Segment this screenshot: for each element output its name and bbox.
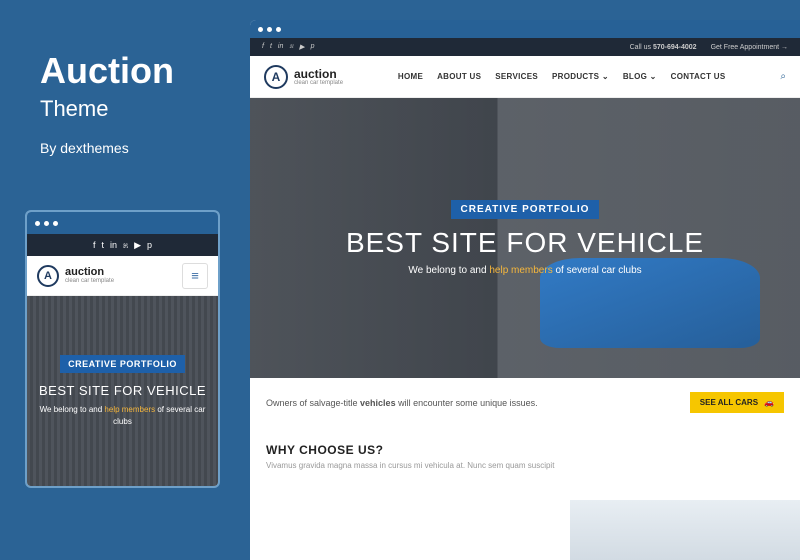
- hero-subtitle: We belong to and help members of several…: [408, 265, 641, 276]
- nav-home[interactable]: HOME: [398, 72, 423, 81]
- twitter-icon[interactable]: t: [102, 240, 105, 250]
- rss-icon[interactable]: ೫: [123, 240, 128, 251]
- nav-products[interactable]: PRODUCTS: [552, 72, 609, 81]
- pinterest-icon[interactable]: p: [147, 240, 152, 250]
- mobile-window-chrome: [27, 212, 218, 234]
- menu-toggle-button[interactable]: ≡: [182, 263, 208, 289]
- car-icon: 🚗: [764, 398, 774, 407]
- linkedin-icon[interactable]: in: [110, 240, 117, 250]
- brand-name: auction: [294, 67, 337, 81]
- search-icon: ⌕: [780, 71, 786, 82]
- desktop-preview: f t in ೫ ▶ p Call us 570-694-4002 Get Fr…: [250, 20, 800, 560]
- cta-strip: Owners of salvage-title vehicles will en…: [250, 378, 800, 427]
- burger-icon: ≡: [191, 268, 199, 283]
- hero-subtitle: We belong to and help members of several…: [35, 404, 210, 426]
- brand-tagline: clean car template: [294, 80, 343, 86]
- mobile-logo[interactable]: A auction clean car template: [37, 265, 114, 287]
- rss-icon[interactable]: ೫: [289, 43, 293, 51]
- hero-highlight[interactable]: help members: [489, 265, 552, 276]
- logo-mark-icon: A: [37, 265, 59, 287]
- twitter-icon[interactable]: t: [270, 43, 272, 51]
- linkedin-icon[interactable]: in: [278, 43, 283, 51]
- cta-label: SEE ALL CARS: [700, 398, 758, 407]
- nav-contact[interactable]: CONTACT US: [671, 72, 726, 81]
- youtube-icon[interactable]: ▶: [134, 240, 141, 251]
- desktop-nav: A auction clean car template HOME ABOUT …: [250, 56, 800, 98]
- hero-badge: CREATIVE PORTFOLIO: [60, 355, 185, 373]
- appointment-link[interactable]: Get Free Appointment →: [711, 44, 788, 51]
- mobile-nav: A auction clean car template ≡: [27, 256, 218, 296]
- promo-title: Auction: [40, 50, 174, 92]
- desktop-hero: CREATIVE PORTFOLIO BEST SITE FOR VEHICLE…: [250, 98, 800, 378]
- section-image: [570, 500, 800, 560]
- pinterest-icon[interactable]: p: [311, 43, 315, 51]
- promo-byline: By dexthemes: [40, 140, 174, 156]
- nav-services[interactable]: SERVICES: [495, 72, 538, 81]
- facebook-icon[interactable]: f: [93, 240, 96, 250]
- callus-text: Call us 570-694-4002: [630, 44, 697, 51]
- see-all-cars-button[interactable]: SEE ALL CARS 🚗: [690, 392, 784, 413]
- youtube-icon[interactable]: ▶: [299, 43, 304, 51]
- hero-title: BEST SITE FOR VEHICLE: [39, 383, 206, 398]
- promo-subtitle: Theme: [40, 96, 174, 122]
- nav-about[interactable]: ABOUT US: [437, 72, 481, 81]
- why-choose-section: WHY CHOOSE US? Vivamus gravida magna mas…: [250, 427, 800, 486]
- mobile-preview: f t in ೫ ▶ p A auction clean car templat…: [25, 210, 220, 488]
- why-sub: Vivamus gravida magna massa in cursus mi…: [266, 461, 784, 470]
- brand-name: auction: [65, 266, 104, 278]
- logo-mark-icon: A: [264, 65, 288, 89]
- desktop-topbar: f t in ೫ ▶ p Call us 570-694-4002 Get Fr…: [250, 38, 800, 56]
- promo-text-block: Auction Theme By dexthemes: [40, 50, 174, 156]
- hero-title: BEST SITE FOR VEHICLE: [346, 227, 704, 259]
- nav-blog[interactable]: BLOG: [623, 72, 657, 81]
- facebook-icon[interactable]: f: [262, 43, 264, 51]
- why-heading: WHY CHOOSE US?: [266, 443, 784, 457]
- hero-highlight[interactable]: help members: [104, 405, 155, 414]
- hero-badge: CREATIVE PORTFOLIO: [451, 200, 600, 219]
- desktop-logo[interactable]: A auction clean car template: [264, 65, 343, 89]
- mobile-hero: CREATIVE PORTFOLIO BEST SITE FOR VEHICLE…: [27, 296, 218, 486]
- search-button[interactable]: ⌕: [780, 71, 786, 82]
- main-menu: HOME ABOUT US SERVICES PRODUCTS BLOG CON…: [398, 72, 726, 81]
- social-icons: f t in ೫ ▶ p: [262, 43, 315, 51]
- phone-number[interactable]: 570-694-4002: [653, 44, 697, 51]
- mobile-social-bar: f t in ೫ ▶ p: [27, 234, 218, 256]
- strip-text: Owners of salvage-title vehicles will en…: [266, 398, 538, 408]
- brand-tagline: clean car template: [65, 278, 114, 284]
- desktop-window-chrome: [250, 20, 800, 38]
